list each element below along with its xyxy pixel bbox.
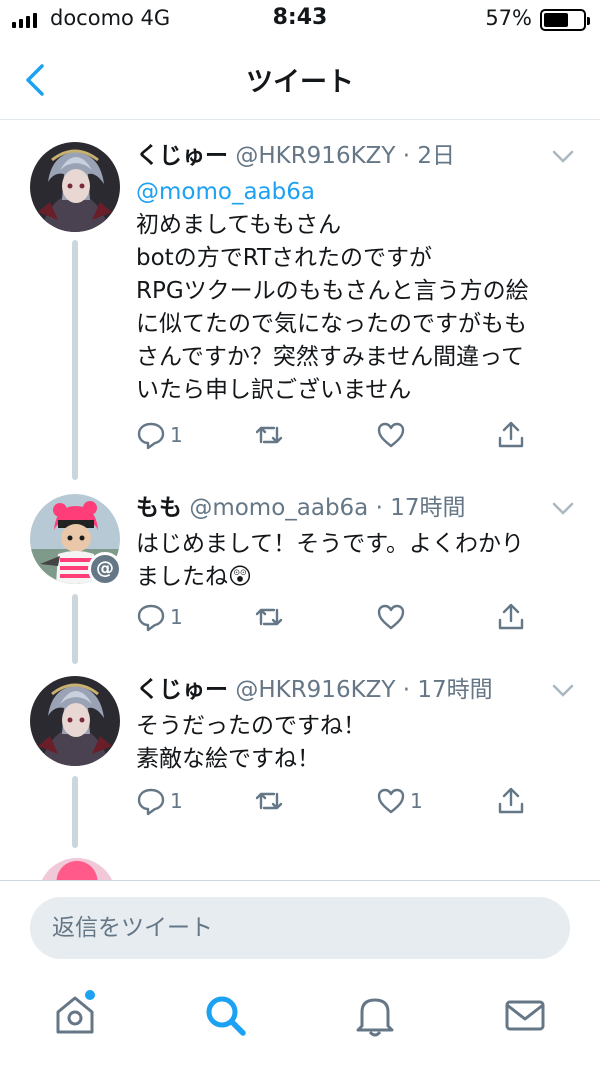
reply-button[interactable]: 1 (136, 602, 183, 632)
reply-button[interactable]: 1 (136, 420, 183, 450)
display-name[interactable]: くじゅー (136, 677, 228, 703)
tweet-line: botの方でRTされたのですが (136, 245, 433, 271)
tab-bar (0, 970, 600, 1065)
tweet-actions: 1 (136, 602, 546, 638)
share-button[interactable] (496, 602, 526, 632)
chevron-down-icon[interactable] (552, 150, 574, 164)
mention-link[interactable]: @momo_aab6a (136, 176, 576, 209)
avatar[interactable] (30, 142, 120, 232)
heart-icon (377, 604, 405, 630)
retweet-button[interactable] (254, 420, 284, 450)
like-button[interactable]: 1 (376, 786, 423, 816)
reply-input[interactable]: 返信をツイート (30, 897, 570, 959)
battery-icon (540, 9, 590, 31)
chevron-down-icon[interactable] (552, 684, 574, 698)
bell-icon (356, 998, 394, 1037)
avatar[interactable] (30, 676, 120, 766)
handle-time: @HKR916KZY · 17時間 (235, 677, 493, 703)
retweet-icon (255, 792, 283, 810)
share-button[interactable] (496, 786, 526, 816)
tweet-header: もも @momo_aab6a · 17時間 (136, 494, 465, 522)
tweet-line: 初めましてももさん (136, 212, 342, 238)
reply-button[interactable]: 1 (136, 786, 183, 816)
like-count: 1 (410, 789, 423, 813)
reply-count: 1 (170, 423, 183, 447)
tweet-line: はじめまして！そうです。よくわかり (136, 531, 525, 557)
retweet-icon (255, 608, 283, 626)
reply-bar: 返信をツイート (0, 880, 600, 970)
tweet-header: くじゅー @HKR916KZY · 2日 (136, 142, 455, 170)
share-button[interactable] (496, 420, 526, 450)
tab-search[interactable] (202, 992, 248, 1038)
tweet[interactable]: もも @momo_aab6a · 17時間 はじめまして！そうです。よくわかり … (0, 494, 600, 664)
share-icon (498, 421, 524, 448)
display-name[interactable]: もも (136, 495, 182, 521)
tab-notifications[interactable] (352, 992, 398, 1038)
notification-dot (85, 990, 95, 1000)
reply-count: 1 (170, 789, 183, 813)
like-button[interactable] (376, 420, 410, 450)
tweet-actions: 1 (136, 420, 546, 456)
tweet-actions: 1 1 (136, 786, 546, 822)
heart-icon (377, 788, 405, 814)
reply-icon (137, 604, 165, 632)
handle-time: @HKR916KZY · 2日 (235, 143, 456, 169)
battery-percent: 57% (485, 6, 532, 30)
retweet-button[interactable] (254, 602, 284, 632)
handle-time: @momo_aab6a · 17時間 (189, 495, 466, 521)
reply-icon (137, 788, 165, 816)
display-name[interactable]: くじゅー (136, 143, 228, 169)
tweet-text: そうだったのですね！ 素敵な絵ですね！ (136, 710, 576, 776)
chevron-down-icon[interactable] (552, 502, 574, 516)
tweet-text: はじめまして！そうです。よくわかり ましたね😲 (136, 528, 576, 594)
mention-badge: @ (88, 552, 122, 586)
tweet-header: くじゅー @HKR916KZY · 17時間 (136, 676, 493, 704)
envelope-icon (505, 1000, 545, 1031)
like-button[interactable] (376, 602, 410, 632)
search-icon (206, 996, 246, 1036)
tweet[interactable]: くじゅー @HKR916KZY · 2日 @momo_aab6a 初めましてもも… (0, 142, 600, 482)
tweet-line: RPGツクールのももさんと言う方の絵 (136, 278, 529, 304)
page-title: ツイート (246, 67, 354, 98)
tweet-line: ましたね😲 (136, 564, 252, 590)
share-icon (498, 603, 524, 630)
tweet-line: さんですか？突然すみません間違って (136, 344, 525, 370)
nav-bar: ツイート (0, 40, 600, 120)
status-bar: docomo 4G 8:43 57% (0, 0, 600, 40)
tweet-line: いたら申し訳ございません (136, 377, 412, 403)
heart-icon (377, 422, 405, 448)
reply-count: 1 (170, 605, 183, 629)
tweet[interactable]: くじゅー @HKR916KZY · 17時間 そうだったのですね！ 素敵な絵です… (0, 676, 600, 846)
tweet-line: に似てたので気になったのですがもも (136, 311, 527, 337)
retweet-icon (255, 426, 283, 444)
share-icon (498, 787, 524, 814)
tweet-line: 素敵な絵ですね！ (136, 746, 320, 772)
tab-messages[interactable] (502, 992, 548, 1038)
retweet-button[interactable] (254, 786, 284, 816)
tweet-text: @momo_aab6a 初めましてももさん botの方でRTされたのですが RP… (136, 176, 576, 407)
tweet-line: そうだったのですね！ (136, 713, 366, 739)
reply-icon (137, 422, 165, 450)
